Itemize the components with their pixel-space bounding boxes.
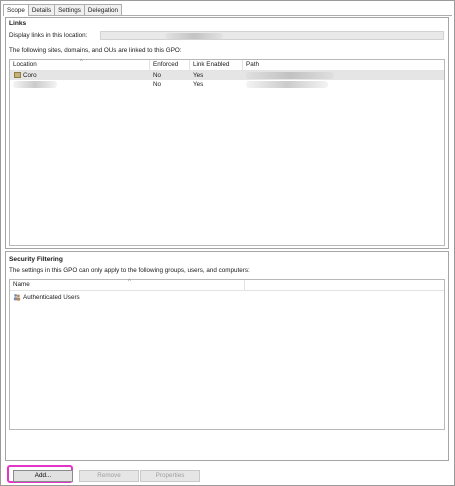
table-row[interactable]: No Yes (10, 80, 444, 89)
list-item[interactable]: Authenticated Users (10, 293, 444, 302)
security-principal-name: Authenticated Users (23, 294, 80, 301)
properties-button[interactable]: Properties (140, 470, 200, 482)
row-link-enabled: Yes (193, 81, 204, 88)
user-group-icon (13, 294, 21, 301)
row-link-enabled: Yes (193, 72, 204, 79)
redacted-path (246, 81, 328, 88)
remove-button[interactable]: Remove (79, 470, 139, 482)
security-list-header: Name ^ (10, 279, 444, 291)
column-enforced[interactable]: Enforced (150, 60, 190, 70)
row-location: Coro (23, 72, 37, 79)
column-path[interactable]: Path (243, 60, 446, 70)
sort-ascending-icon: ^ (80, 59, 83, 65)
redacted-location-value (165, 33, 223, 39)
row-enforced: No (153, 81, 162, 88)
links-title: Links (9, 20, 27, 27)
redacted-path (246, 72, 334, 79)
gpo-properties-window: Scope Details Settings Delegation Links … (0, 0, 455, 486)
tab-divider (3, 15, 452, 16)
display-links-label: Display links in this location: (9, 32, 88, 39)
sort-ascending-icon: ^ (128, 279, 131, 285)
tab-details[interactable]: Details (27, 4, 56, 15)
links-list-header: Location Enforced Link Enabled Path ^ (10, 59, 446, 71)
tab-settings[interactable]: Settings (54, 4, 85, 15)
display-links-location-select[interactable] (100, 31, 444, 40)
column-link-enabled[interactable]: Link Enabled (190, 60, 243, 70)
organizational-unit-icon (14, 72, 21, 78)
links-description: The following sites, domains, and OUs ar… (9, 47, 182, 54)
security-filtering-section: Security Filtering The settings in this … (5, 251, 449, 461)
tab-scope[interactable]: Scope (3, 4, 29, 16)
links-section: Links Display links in this location: Th… (5, 17, 449, 249)
redacted-location (13, 81, 57, 88)
links-list[interactable]: Location Enforced Link Enabled Path ^ Co… (9, 59, 445, 246)
tab-delegation[interactable]: Delegation (83, 4, 122, 15)
row-enforced: No (153, 72, 162, 79)
security-filtering-list[interactable]: Name ^ Authenticated Users (9, 279, 445, 430)
security-filtering-title: Security Filtering (9, 256, 63, 263)
security-filtering-description: The settings in this GPO can only apply … (9, 267, 250, 274)
add-button[interactable]: Add... (13, 470, 73, 482)
table-row[interactable]: Coro No Yes (10, 71, 444, 80)
